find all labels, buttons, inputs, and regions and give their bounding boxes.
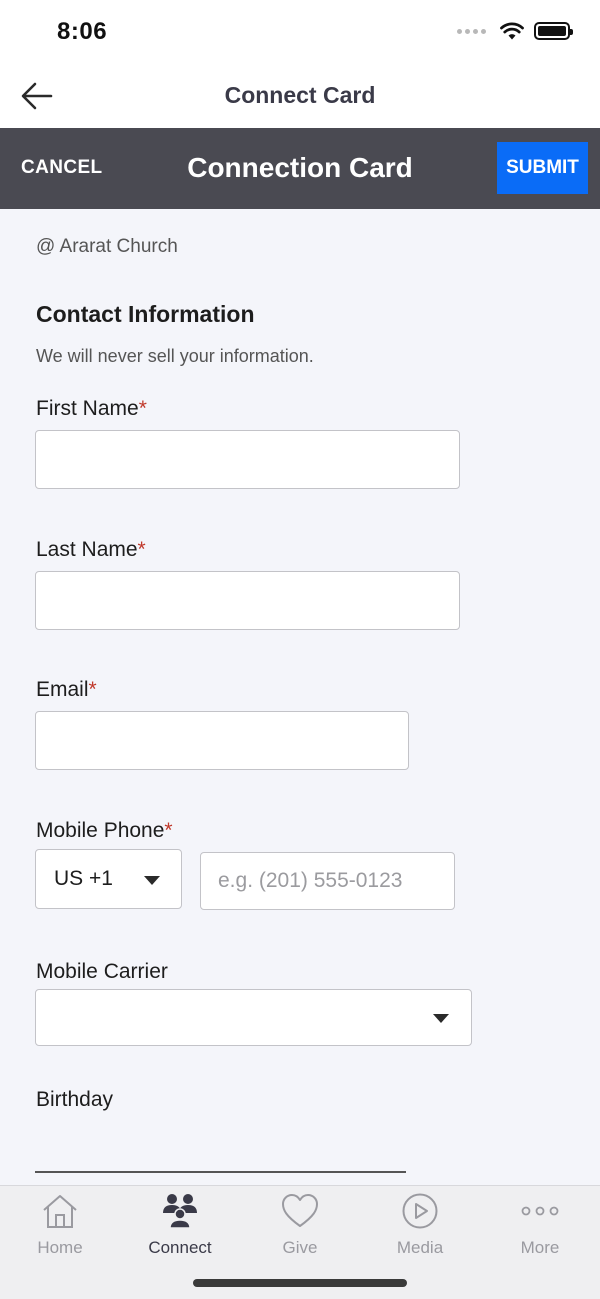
organization-label: @ Ararat Church [36, 236, 178, 257]
last-name-label: Last Name* [36, 538, 146, 561]
people-icon [160, 1192, 200, 1230]
heart-icon [280, 1192, 320, 1230]
chevron-down-icon [144, 876, 160, 885]
country-code-select[interactable]: US +1 [35, 849, 182, 909]
first-name-label: First Name* [36, 397, 147, 420]
mobile-carrier-label: Mobile Carrier [36, 960, 168, 983]
email-label: Email* [36, 678, 97, 701]
first-name-input[interactable] [35, 430, 460, 489]
tab-more[interactable]: More [480, 1186, 600, 1266]
tab-label: Give [282, 1238, 318, 1257]
tab-label: Media [396, 1238, 444, 1257]
tab-label: More [520, 1238, 560, 1257]
nav-header: Connect Card [0, 66, 600, 128]
tab-label: Home [37, 1238, 83, 1257]
status-bar: 8:06 [0, 0, 600, 66]
required-mark: * [164, 819, 173, 842]
required-mark: * [138, 397, 147, 420]
tab-give[interactable]: Give [240, 1186, 360, 1266]
battery-icon [534, 22, 573, 40]
mobile-phone-input[interactable] [200, 852, 455, 910]
submit-button[interactable]: SUBMIT [497, 142, 588, 194]
required-mark: * [137, 538, 146, 561]
last-name-input[interactable] [35, 571, 460, 630]
section-subtitle: We will never sell your information. [36, 346, 314, 366]
chevron-down-icon [433, 1014, 449, 1023]
email-input[interactable] [35, 711, 409, 770]
home-indicator [193, 1279, 407, 1287]
tab-label: Connect [148, 1238, 212, 1257]
tab-media[interactable]: Media [360, 1186, 480, 1266]
mobile-phone-label: Mobile Phone* [36, 819, 173, 842]
tab-connect[interactable]: Connect [120, 1186, 240, 1266]
status-time: 8:06 [57, 18, 108, 45]
birthday-input[interactable] [35, 1171, 406, 1173]
mobile-carrier-select[interactable] [35, 989, 472, 1046]
play-circle-icon [400, 1192, 440, 1230]
status-icons [457, 22, 573, 40]
country-code-value: US +1 [54, 867, 113, 890]
wifi-icon [500, 22, 524, 40]
required-mark: * [88, 678, 97, 701]
section-title: Contact Information [36, 301, 255, 327]
more-dots-icon [520, 1192, 560, 1230]
signal-icon [457, 28, 486, 34]
birthday-label: Birthday [36, 1088, 114, 1111]
nav-title: Connect Card [224, 82, 376, 108]
tab-home[interactable]: Home [0, 1186, 120, 1266]
home-icon [40, 1192, 80, 1230]
action-bar: CANCEL Connection Card SUBMIT [0, 128, 600, 209]
cancel-button[interactable]: CANCEL [21, 157, 103, 179]
